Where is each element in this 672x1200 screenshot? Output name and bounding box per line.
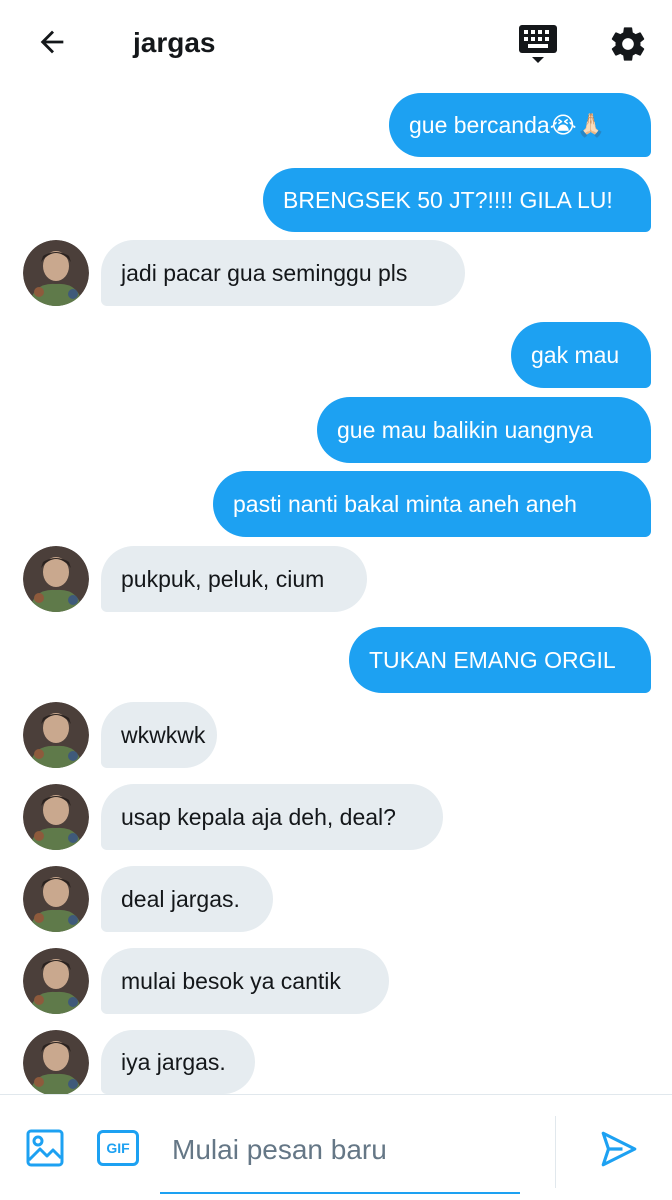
gif-button[interactable]: GIF [97, 1130, 139, 1166]
message-bubble-outgoing[interactable]: gak mau [511, 322, 651, 388]
message-bubble-incoming[interactable]: mulai besok ya cantik [101, 948, 389, 1014]
avatar[interactable] [23, 702, 89, 768]
composer-divider [555, 1116, 556, 1188]
avatar[interactable] [23, 1030, 89, 1096]
message-bubble-outgoing[interactable]: pasti nanti bakal minta aneh aneh [213, 471, 651, 537]
message-input-placeholder: Mulai pesan baru [172, 1134, 387, 1165]
conversation-header: jargas [0, 0, 672, 88]
message-bubble-incoming[interactable]: jadi pacar gua seminggu pls [101, 240, 465, 306]
message-bubble-outgoing[interactable]: TUKAN EMANG ORGIL [349, 627, 651, 693]
gear-icon [611, 27, 645, 61]
message-input[interactable]: Mulai pesan baru [160, 1114, 520, 1194]
message-bubble-incoming[interactable]: pukpuk, peluk, cium [101, 546, 367, 612]
message-bubble-incoming[interactable]: wkwkwk [101, 702, 217, 768]
arrow-left-icon [40, 30, 64, 54]
send-button[interactable] [598, 1128, 640, 1170]
add-image-button[interactable] [25, 1128, 65, 1168]
message-bubble-outgoing[interactable]: BRENGSEK 50 JT?!!!! GILA LU! [263, 168, 651, 232]
back-button[interactable] [32, 22, 72, 62]
image-icon [26, 1129, 64, 1167]
message-bubble-incoming[interactable]: deal jargas. [101, 866, 273, 932]
avatar[interactable] [23, 866, 89, 932]
message-bubble-outgoing[interactable]: gue mau balikin uangnya [317, 397, 651, 463]
conversation-title[interactable]: jargas [133, 27, 216, 59]
avatar[interactable] [23, 240, 89, 306]
keyboard-icon [519, 25, 557, 63]
avatar[interactable] [23, 546, 89, 612]
avatar[interactable] [23, 948, 89, 1014]
avatar[interactable] [23, 784, 89, 850]
keyboard-button[interactable] [514, 22, 562, 66]
message-bubble-incoming[interactable]: usap kepala aja deh, deal? [101, 784, 443, 850]
message-bubble-outgoing[interactable]: gue bercanda😭🙏🏻 [389, 93, 651, 157]
message-bubble-incoming[interactable]: iya jargas. [101, 1030, 255, 1094]
send-icon [601, 1131, 637, 1167]
settings-button[interactable] [604, 20, 652, 68]
